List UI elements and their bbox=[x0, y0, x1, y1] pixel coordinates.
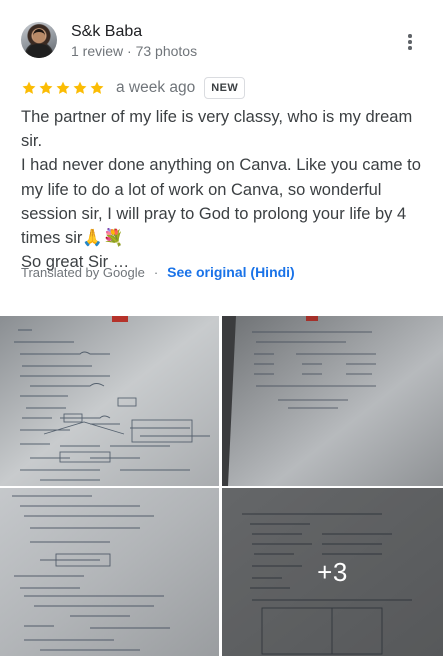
star-rating bbox=[21, 80, 105, 96]
review-text-line: session sir, I will pray to God to prolo… bbox=[21, 204, 407, 223]
star-icon bbox=[22, 81, 36, 94]
more-options-dot bbox=[408, 46, 412, 50]
avatar-face bbox=[33, 29, 45, 43]
more-photos-overlay[interactable]: +3 bbox=[222, 488, 443, 656]
separator-dot: · bbox=[153, 264, 159, 280]
translated-by-label: Translated by Google bbox=[21, 264, 145, 280]
avatar-body bbox=[27, 44, 51, 58]
photo-notes-1[interactable] bbox=[0, 316, 219, 486]
more-options-icon[interactable] bbox=[398, 30, 422, 54]
handwritten-notes-icon bbox=[0, 316, 219, 486]
more-options-dot bbox=[408, 40, 412, 44]
photo-notes-2[interactable] bbox=[222, 316, 443, 486]
rating-row: a week ago NEW bbox=[21, 77, 246, 99]
reviewer-meta: 1 review · 73 photos bbox=[71, 43, 198, 59]
review-text-line: I had never done anything on Canva. Like… bbox=[21, 156, 421, 175]
more-photos-count: +3 bbox=[317, 556, 348, 587]
review-text: The partner of my life is very classy, w… bbox=[21, 105, 426, 274]
reviewer-name[interactable]: S&k Baba bbox=[71, 22, 142, 42]
handwritten-notes-icon bbox=[0, 488, 219, 656]
translation-row: Translated by Google · See original (Hin… bbox=[21, 262, 295, 282]
photo-notes-3[interactable] bbox=[0, 488, 219, 656]
review-text-line: my life to do a lot of work on Canva, so… bbox=[21, 180, 382, 199]
review-text-line: times sir🙏💐 bbox=[21, 229, 124, 248]
see-original-link[interactable]: See original (Hindi) bbox=[167, 264, 295, 280]
review-card: S&k Baba 1 review · 73 photos a week ago… bbox=[0, 0, 443, 316]
handwritten-notes-icon bbox=[222, 316, 443, 486]
review-time: a week ago bbox=[116, 79, 196, 96]
more-options-dot bbox=[408, 34, 412, 38]
photo-grid: +3 bbox=[0, 316, 443, 656]
avatar[interactable] bbox=[21, 22, 57, 58]
review-text-line: The partner of my life is very classy, w… bbox=[21, 108, 413, 151]
star-icon bbox=[73, 81, 87, 94]
new-badge: NEW bbox=[204, 77, 246, 99]
star-icon bbox=[56, 81, 70, 94]
star-icon bbox=[90, 81, 104, 94]
star-icon bbox=[39, 81, 53, 94]
photo-notes-4[interactable]: +3 bbox=[222, 488, 443, 656]
